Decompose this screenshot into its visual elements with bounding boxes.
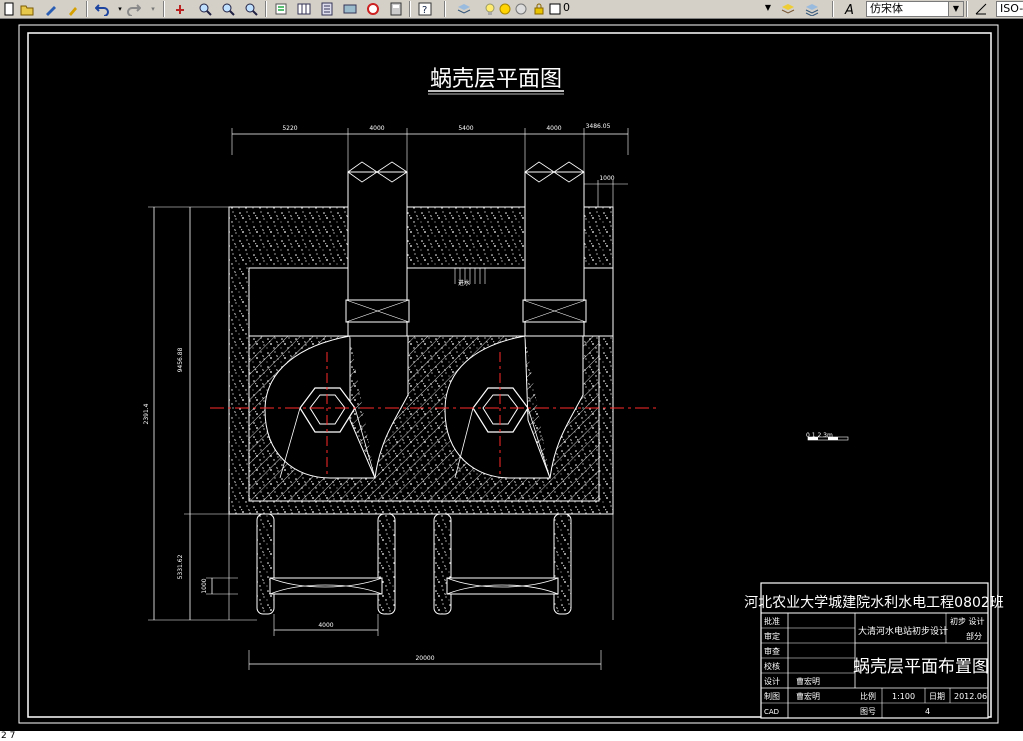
row-label-check: 校核 bbox=[764, 661, 780, 671]
penstock-2 bbox=[522, 161, 587, 337]
dim-top-2: 4000 bbox=[369, 125, 384, 132]
dim-left-lower: 5331.62 bbox=[177, 554, 184, 579]
status-text: 2 7 bbox=[1, 731, 16, 741]
row-label-draft: 制图 bbox=[764, 691, 780, 701]
penstock-1 bbox=[345, 161, 410, 337]
drafter-name: 曹宏明 bbox=[796, 691, 820, 701]
status-bar: 2 7 bbox=[0, 731, 1023, 741]
inlet-label: 进水 bbox=[458, 279, 470, 287]
undo-icon[interactable] bbox=[94, 1, 110, 17]
row-label-approve: 批准 bbox=[764, 616, 780, 626]
scale-value: 1:100 bbox=[892, 692, 915, 701]
drawing-name: 蜗壳层平面布置图 bbox=[853, 657, 989, 677]
tool-palette-icon[interactable] bbox=[319, 1, 335, 17]
markup-icon[interactable] bbox=[365, 1, 381, 17]
row-label-verify: 审定 bbox=[764, 631, 780, 641]
title-block: 河北农业大学城建院水利水电工程0802班 批准 审定 审查 校核 设计 制图 C… bbox=[744, 582, 1004, 719]
dim-top-5: 3486.05 bbox=[586, 123, 611, 130]
chevron-down-icon[interactable]: ▼ bbox=[761, 1, 775, 15]
svg-text:A: A bbox=[844, 3, 854, 16]
design-center-icon[interactable] bbox=[296, 1, 312, 17]
date-value: 2012.06 bbox=[954, 692, 987, 701]
dimension-style-dropdown[interactable]: ISO- bbox=[996, 1, 1023, 17]
calculator-icon[interactable] bbox=[388, 1, 404, 17]
scale-bar: 0 1 2 3m bbox=[806, 432, 849, 441]
design-stage: 初步 设计 bbox=[950, 616, 985, 626]
row-label-review: 审查 bbox=[764, 646, 780, 656]
date-label: 日期 bbox=[929, 692, 945, 701]
dimension-style-icon[interactable] bbox=[973, 1, 989, 17]
designer-name: 曹宏明 bbox=[796, 676, 820, 686]
svg-text:?: ? bbox=[422, 5, 427, 16]
dim-left-small: 1000 bbox=[201, 578, 208, 593]
dim-right-small: 1000 bbox=[599, 175, 614, 182]
layer-viewport-icon[interactable] bbox=[513, 1, 529, 17]
layer-freeze-icon[interactable] bbox=[497, 1, 513, 17]
layer-previous-icon[interactable] bbox=[804, 1, 820, 17]
bottom-dimensions: 4000 20000 bbox=[248, 614, 602, 670]
drawing-title: 蜗壳层平面图 bbox=[430, 67, 562, 92]
zoom-previous-icon[interactable] bbox=[243, 1, 259, 17]
scale-label: 比例 bbox=[860, 691, 876, 701]
redo-icon[interactable] bbox=[126, 1, 142, 17]
dim-bottom-inner: 4000 bbox=[318, 622, 333, 629]
dim-style-value: ISO- bbox=[1000, 2, 1023, 15]
layer-on-icon[interactable] bbox=[482, 1, 498, 17]
sheet-label: 图号 bbox=[860, 707, 876, 716]
dim-top-1: 5220 bbox=[282, 125, 297, 132]
dim-left-upper: 9456.88 bbox=[177, 347, 184, 372]
font-value: 仿宋体 bbox=[870, 2, 903, 15]
help-icon[interactable]: ? bbox=[417, 1, 433, 17]
layer-value: 0 bbox=[563, 1, 570, 14]
draft-tube-piers bbox=[228, 513, 614, 620]
project-name: 大清河水电站初步设计 bbox=[858, 625, 948, 637]
row-label-design: 设计 bbox=[764, 676, 780, 686]
title-block-org: 河北农业大学城建院水利水电工程0802班 bbox=[744, 595, 1004, 611]
pan-icon[interactable] bbox=[172, 1, 188, 17]
pencil-icon[interactable] bbox=[43, 1, 59, 17]
layer-lock-icon[interactable] bbox=[531, 1, 547, 17]
make-object-layer-current-icon[interactable] bbox=[780, 1, 796, 17]
open-icon[interactable] bbox=[19, 1, 35, 17]
drawing-canvas[interactable]: 蜗壳层平面图 进水 5220 4000 5400 4000 3486.05 10… bbox=[0, 19, 1023, 731]
dim-bottom-overall: 20000 bbox=[415, 655, 434, 662]
sheet-value: 4 bbox=[925, 707, 930, 716]
redo-dropdown-icon[interactable]: ▾ bbox=[145, 1, 161, 17]
zoom-window-icon[interactable] bbox=[220, 1, 236, 17]
new-icon[interactable] bbox=[1, 1, 17, 17]
toolbar: ▾ ▾ ? 0 ▼ A 仿宋体 ▼ ISO- bbox=[0, 0, 1023, 19]
dim-top-4: 4000 bbox=[546, 125, 561, 132]
brush-icon[interactable] bbox=[65, 1, 81, 17]
drawing-svg: 蜗壳层平面图 进水 5220 4000 5400 4000 3486.05 10… bbox=[18, 24, 1004, 724]
sheet-set-icon[interactable] bbox=[342, 1, 358, 17]
chevron-down-icon[interactable]: ▼ bbox=[948, 2, 963, 16]
text-style-icon[interactable]: A bbox=[843, 1, 859, 17]
dim-left-overall: 2391.4 bbox=[143, 403, 150, 424]
text-style-dropdown[interactable]: 仿宋体 ▼ bbox=[866, 1, 964, 17]
properties-icon[interactable] bbox=[273, 1, 289, 17]
design-part: 部分 bbox=[966, 631, 982, 641]
scale-bar-label: 0 1 2 3m bbox=[806, 432, 833, 439]
zoom-realtime-icon[interactable] bbox=[197, 1, 213, 17]
layer-manager-icon[interactable] bbox=[456, 1, 472, 17]
dim-top-3: 5400 bbox=[458, 125, 473, 132]
row-label-cad: CAD bbox=[764, 708, 779, 716]
layer-dropdown[interactable]: 0 ▼ bbox=[560, 1, 775, 17]
